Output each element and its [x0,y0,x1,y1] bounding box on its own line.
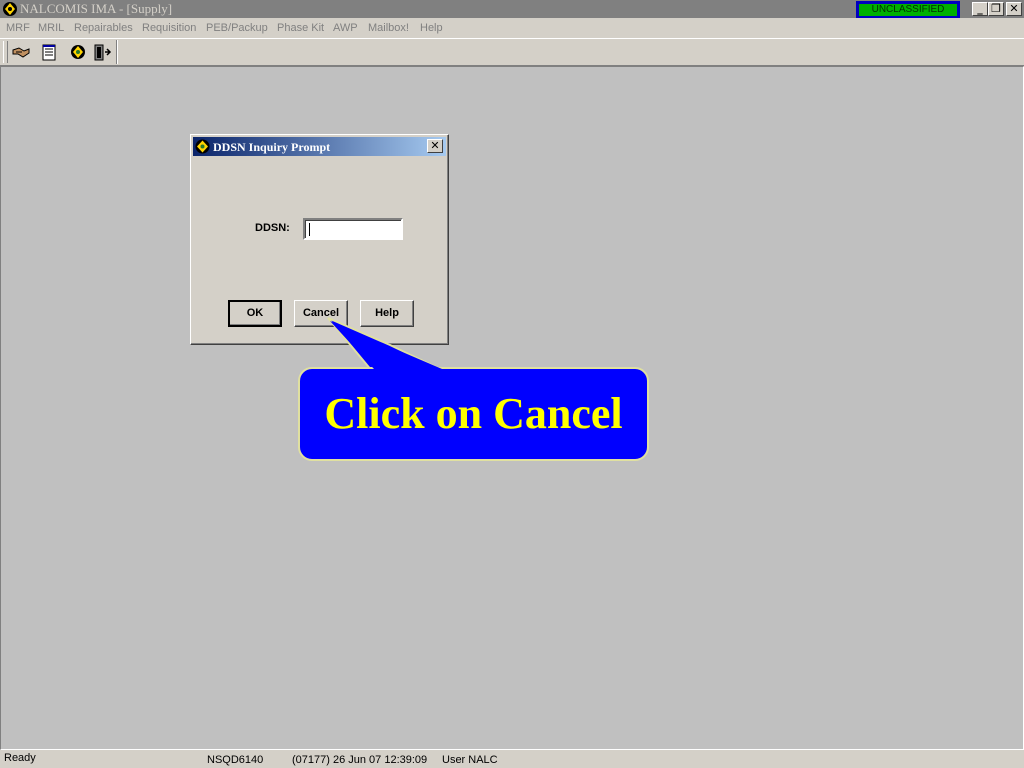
menu-mailbox[interactable]: Mailbox! [368,22,409,34]
classification-banner: UNCLASSIFIED [856,1,960,19]
close-button[interactable]: ✕ [1006,2,1022,16]
status-server: NSQD6140 [207,754,264,766]
ddsn-label: DDSN: [255,222,290,234]
minimize-icon: _ [977,2,983,15]
dialog-app-icon [195,139,210,154]
instruction-callout: Click on Cancel [298,367,649,461]
menu-peb-packup[interactable]: PEB/Packup [206,22,268,34]
nalcomis-app-icon [3,2,17,16]
menu-requisition[interactable]: Requisition [142,22,196,34]
callout-pointer-fill [330,321,442,369]
toolbar [0,39,1024,66]
toolbar-grip[interactable] [3,41,8,63]
dialog-close-button[interactable]: ✕ [427,139,443,153]
menu-phase-kit[interactable]: Phase Kit [277,22,324,34]
menu-repairables[interactable]: Repairables [74,22,133,34]
menu-awp[interactable]: AWP [333,22,358,34]
close-icon: ✕ [1009,2,1019,15]
status-ready: Ready [4,752,36,764]
status-user: User NALC [442,754,498,766]
status-bar: Ready NSQD6140 (07177) 26 Jun 07 12:39:0… [0,750,1024,768]
menu-mril[interactable]: MRIL [38,22,64,34]
menu-bar: MRF MRIL Repairables Requisition PEB/Pac… [0,18,1024,39]
minimize-button[interactable]: _ [972,2,988,16]
window-titlebar[interactable]: NALCOMIS IMA - [Supply] UNCLASSIFIED _ ❐… [0,0,1024,19]
window-title: NALCOMIS IMA - [Supply] [20,1,173,16]
ok-button[interactable]: OK [228,300,282,327]
toolbar-separator [116,40,118,64]
restore-icon: ❐ [991,2,1001,15]
handshake-icon[interactable] [10,42,32,62]
close-icon: ✕ [430,139,440,152]
menu-help[interactable]: Help [420,22,443,34]
exit-door-icon[interactable] [90,42,112,62]
notepad-icon[interactable] [38,42,60,62]
status-session: (07177) 26 Jun 07 12:39:09 [292,754,428,766]
dialog-title: DDSN Inquiry Prompt [213,140,331,154]
callout-text: Click on Cancel [324,389,623,438]
ddsn-input[interactable] [303,218,403,240]
globe-icon[interactable] [67,42,89,62]
menu-mrf[interactable]: MRF [6,22,30,34]
dialog-titlebar[interactable]: DDSN Inquiry Prompt ✕ [193,137,446,156]
restore-button[interactable]: ❐ [988,2,1004,16]
text-caret [309,223,310,236]
